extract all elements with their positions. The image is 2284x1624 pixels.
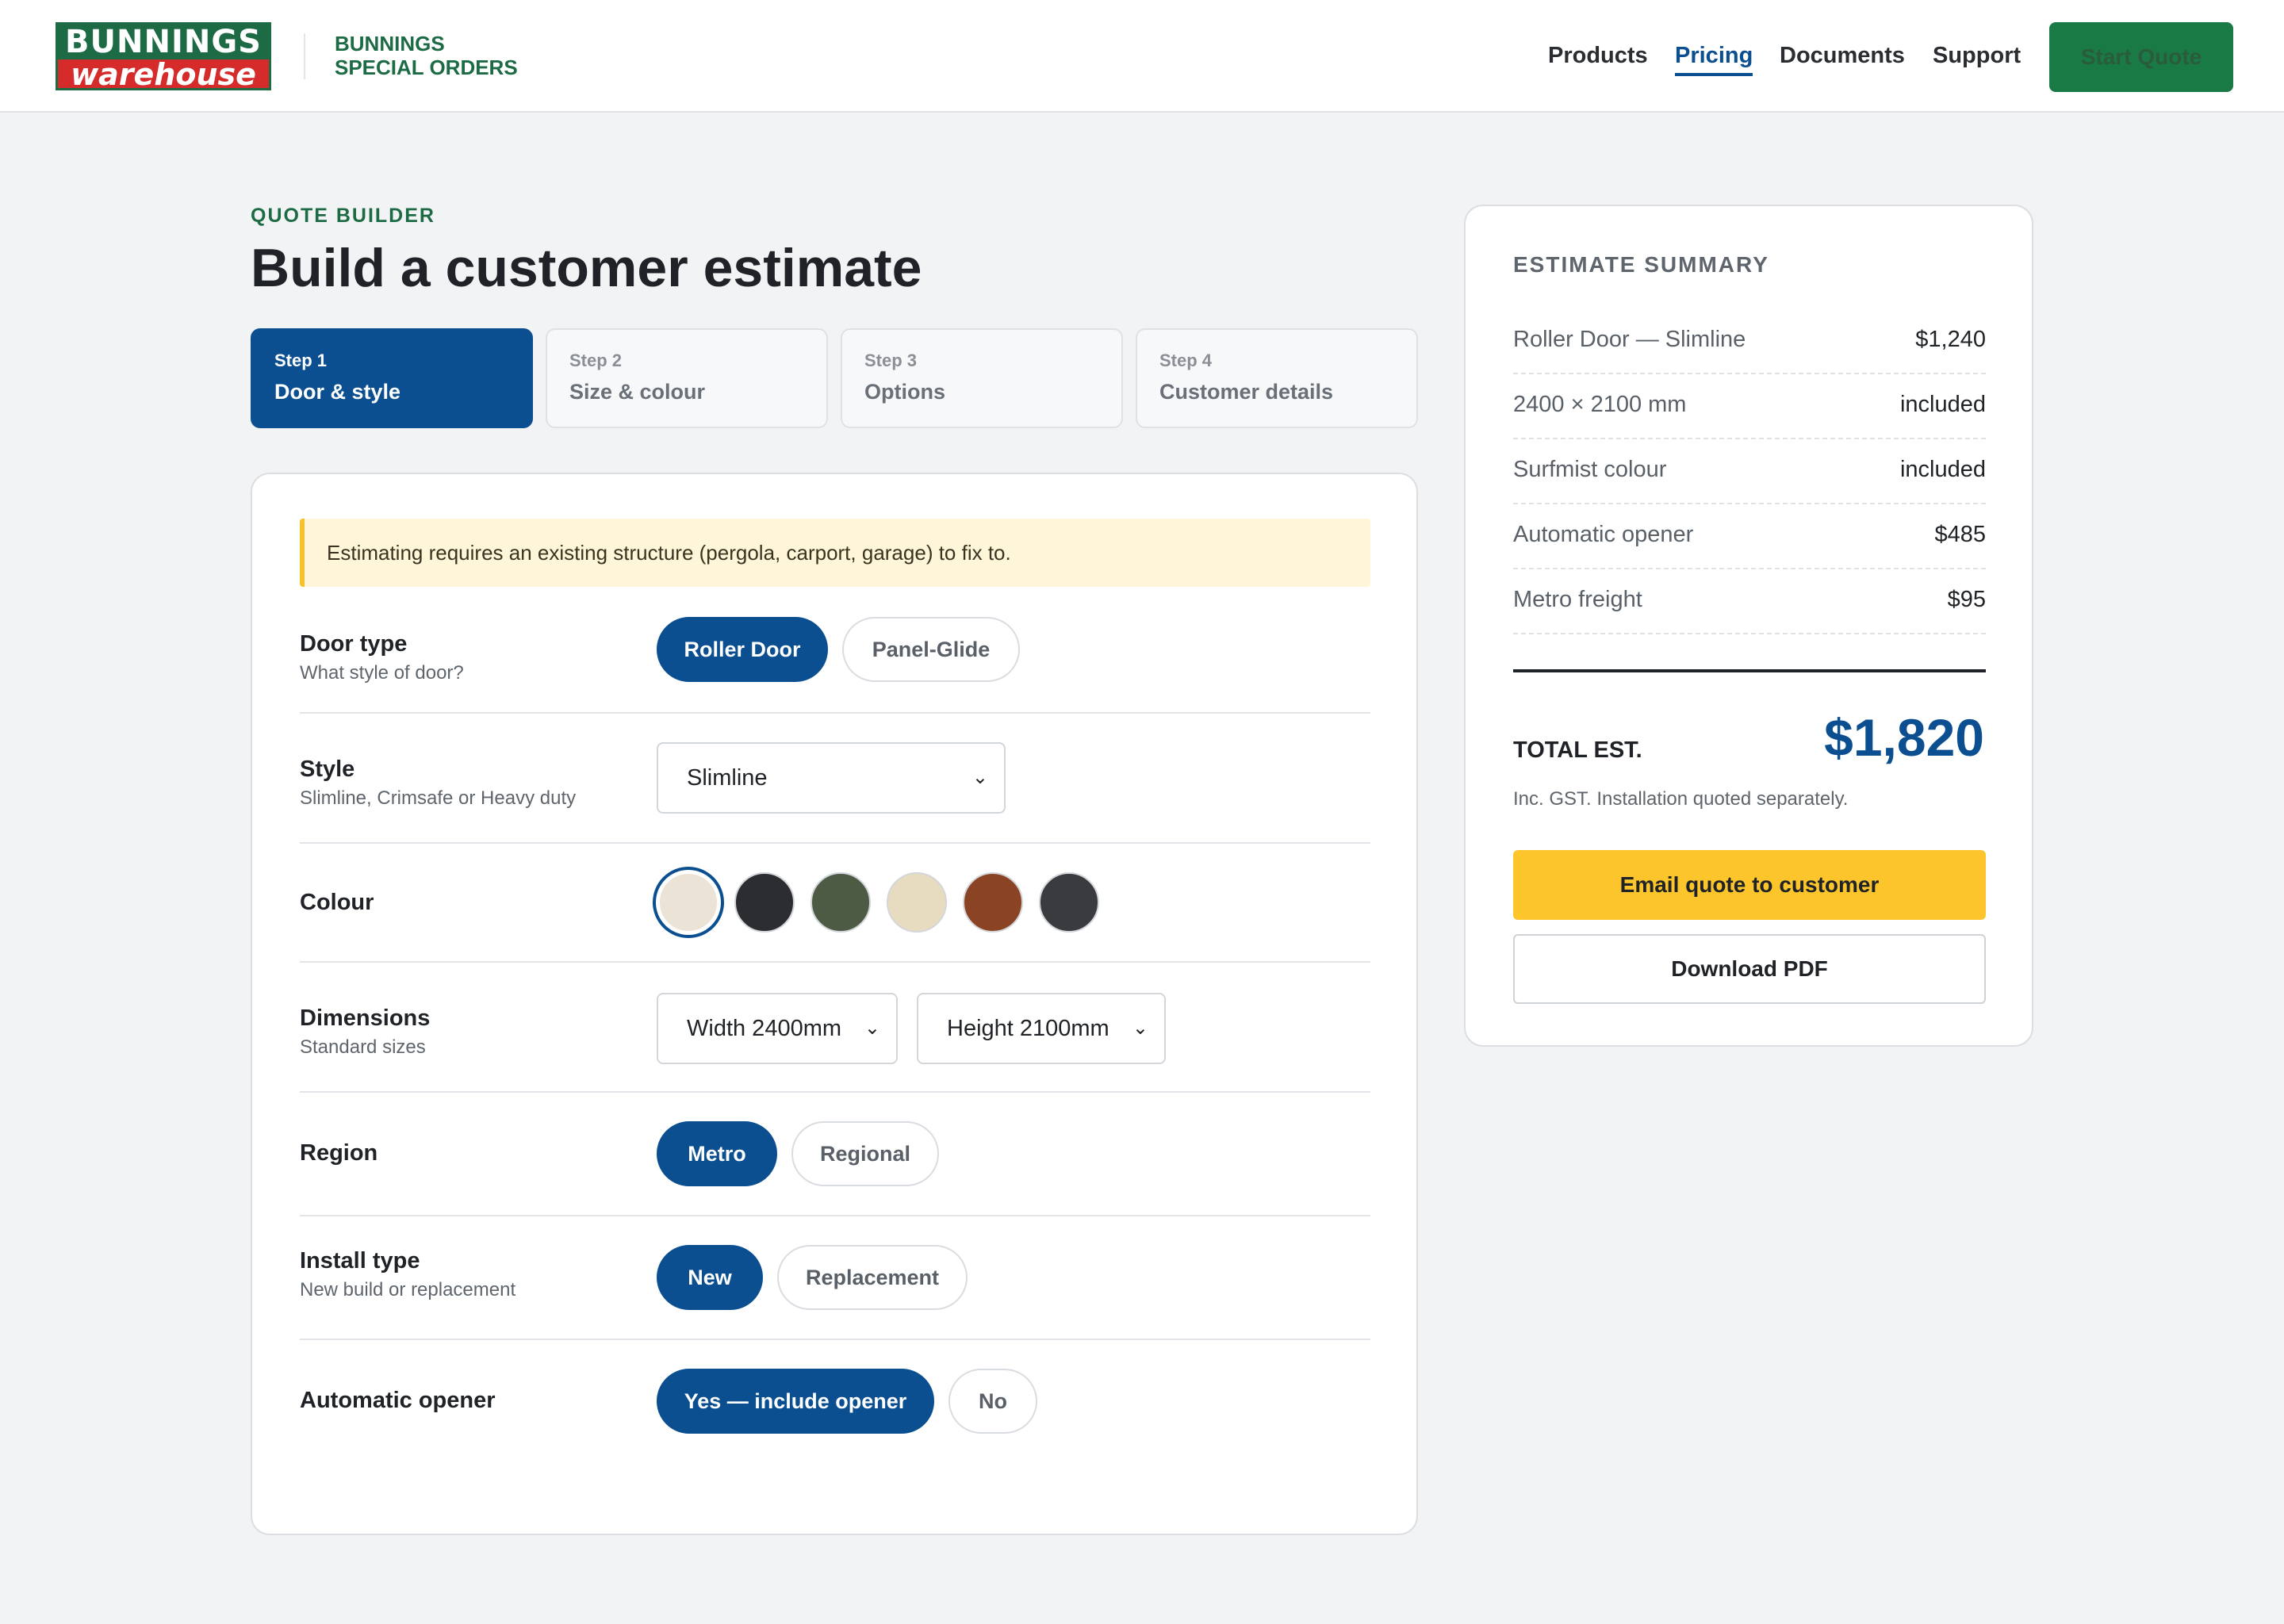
total-value: $1,820 xyxy=(1824,708,1984,767)
logo-top-text: BUNNINGS xyxy=(58,25,269,59)
install-replacement-button[interactable]: Replacement xyxy=(777,1245,968,1310)
install-type-hint: New build or replacement xyxy=(300,1279,516,1300)
summary-title: ESTIMATE SUMMARY xyxy=(1513,252,1769,277)
opener-yes-button[interactable]: Yes — include opener xyxy=(657,1369,934,1434)
dimensions-label: Dimensions xyxy=(300,1005,431,1031)
page-eyebrow: QUOTE BUILDER xyxy=(251,205,435,227)
brand-line-1: BUNNINGS xyxy=(335,32,445,56)
style-label: Style xyxy=(300,756,355,782)
automatic-opener-label: Automatic opener xyxy=(300,1388,496,1413)
brand-line-2: SPECIAL ORDERS xyxy=(335,56,518,79)
logo-bottom-text: warehouse xyxy=(71,57,256,90)
region-label: Region xyxy=(300,1140,378,1166)
colour-swatch-4[interactable] xyxy=(887,872,947,933)
height-select[interactable]: Height 2100mm ⌄ xyxy=(917,993,1166,1064)
nav-pricing[interactable]: Pricing xyxy=(1675,40,1753,76)
colour-swatch-6[interactable] xyxy=(1039,872,1099,933)
step-number: Step 4 xyxy=(1159,350,1213,370)
door-type-hint: What style of door? xyxy=(300,662,464,684)
colour-row: Colour xyxy=(300,844,1370,963)
brand-subtitle: BUNNINGS SPECIAL ORDERS xyxy=(335,32,541,79)
bunnings-logo[interactable]: BUNNINGS warehouse xyxy=(56,22,271,90)
summary-line-item: Roller Door — Slimline xyxy=(1513,327,1746,352)
gst-note: Inc. GST. Installation quoted separately… xyxy=(1513,788,1849,810)
summary-line-item: Automatic opener xyxy=(1513,522,1694,547)
style-hint: Slimline, Crimsafe or Heavy duty xyxy=(300,787,577,809)
door-type-row: Door type What style of door? Roller Doo… xyxy=(300,587,1370,714)
chevron-down-icon: ⌄ xyxy=(864,1017,880,1039)
style-row: Style Slimline, Crimsafe or Heavy duty S… xyxy=(300,714,1370,844)
step-name: Door & style xyxy=(274,380,401,404)
summary-line-amount: included xyxy=(1899,392,1986,417)
opener-no-button[interactable]: No xyxy=(948,1369,1037,1434)
summary-line-amount: included xyxy=(1899,457,1986,482)
summary-line: Automatic opener $485 xyxy=(1513,504,1986,569)
colour-label: Colour xyxy=(300,890,374,915)
automatic-opener-row: Automatic opener Yes — include opener No xyxy=(300,1340,1370,1464)
chevron-down-icon: ⌄ xyxy=(1132,1017,1148,1039)
style-select[interactable]: Slimline ⌄ xyxy=(657,742,1006,814)
dimensions-hint: Standard sizes xyxy=(300,1036,426,1058)
colour-swatch-5[interactable] xyxy=(963,872,1023,933)
summary-line: Roller Door — Slimline $1,240 xyxy=(1513,309,1986,374)
download-pdf-button[interactable]: Download PDF xyxy=(1513,934,1986,1004)
summary-line-item: Surfmist colour xyxy=(1513,457,1667,482)
colour-swatch-2[interactable] xyxy=(734,872,795,933)
door-type-label: Door type xyxy=(300,631,408,657)
top-header: BUNNINGS warehouse BUNNINGS SPECIAL ORDE… xyxy=(0,0,2284,113)
step-number: Step 1 xyxy=(274,350,328,370)
total-label: TOTAL EST. xyxy=(1513,737,1642,763)
style-select-value: Slimline xyxy=(687,765,768,791)
door-type-roller-button[interactable]: Roller Door xyxy=(657,617,828,682)
step-options[interactable]: Step 3 Options xyxy=(841,328,1123,428)
step-number: Step 3 xyxy=(864,350,918,370)
summary-line-amount: $95 xyxy=(1947,587,1986,612)
chevron-down-icon: ⌄ xyxy=(971,767,988,788)
step-number: Step 2 xyxy=(569,350,623,370)
summary-line: 2400 × 2100 mm included xyxy=(1513,374,1986,439)
region-metro-button[interactable]: Metro xyxy=(657,1121,777,1186)
region-row: Region Metro Regional xyxy=(300,1093,1370,1216)
estimate-summary-card: ESTIMATE SUMMARY Roller Door — Slimline … xyxy=(1464,205,2033,1047)
region-regional-button[interactable]: Regional xyxy=(791,1121,939,1186)
step-name: Customer details xyxy=(1159,380,1334,404)
install-type-row: Install type New build or replacement Ne… xyxy=(300,1216,1370,1340)
step-name: Options xyxy=(864,380,945,404)
install-type-label: Install type xyxy=(300,1248,420,1274)
summary-line-amount: $485 xyxy=(1934,522,1986,547)
page-title: Build a customer estimate xyxy=(251,238,922,298)
structure-notice: Estimating requires an existing structur… xyxy=(300,519,1370,587)
step-name: Size & colour xyxy=(569,380,706,404)
logo-divider xyxy=(304,33,305,79)
start-quote-button[interactable]: Start Quote xyxy=(2049,22,2233,92)
width-select[interactable]: Width 2400mm ⌄ xyxy=(657,993,898,1064)
quote-form-card: Estimating requires an existing structur… xyxy=(251,473,1418,1535)
step-size-colour[interactable]: Step 2 Size & colour xyxy=(546,328,828,428)
summary-line-amount: $1,240 xyxy=(1915,327,1986,352)
email-quote-button[interactable]: Email quote to customer xyxy=(1513,850,1986,920)
summary-line-item: Metro freight xyxy=(1513,587,1642,612)
nav-support[interactable]: Support xyxy=(1933,40,2021,71)
step-customer-details[interactable]: Step 4 Customer details xyxy=(1136,328,1418,428)
height-select-value: Height 2100mm xyxy=(947,1016,1109,1041)
colour-swatch-1[interactable] xyxy=(658,872,719,933)
summary-line-item: 2400 × 2100 mm xyxy=(1513,392,1687,417)
install-new-button[interactable]: New xyxy=(657,1245,763,1310)
summary-line: Surfmist colour included xyxy=(1513,439,1986,504)
summary-line: Metro freight $95 xyxy=(1513,569,1986,634)
door-type-panel-glide-button[interactable]: Panel-Glide xyxy=(842,617,1020,682)
dimensions-row: Dimensions Standard sizes Width 2400mm ⌄… xyxy=(300,963,1370,1093)
nav-documents[interactable]: Documents xyxy=(1780,40,1905,71)
colour-swatch-3[interactable] xyxy=(811,872,871,933)
step-door-style[interactable]: Step 1 Door & style xyxy=(251,328,533,428)
nav-products[interactable]: Products xyxy=(1548,40,1648,71)
width-select-value: Width 2400mm xyxy=(687,1016,842,1041)
summary-divider xyxy=(1513,669,1986,672)
